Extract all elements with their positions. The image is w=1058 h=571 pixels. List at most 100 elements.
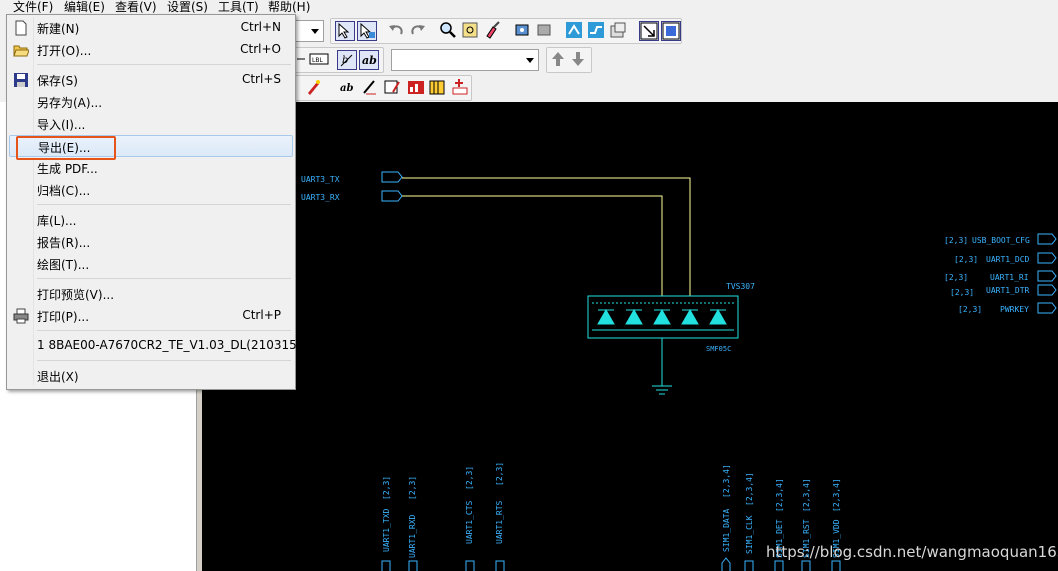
menu-item-open[interactable]: 打开(O)... Ctrl+O bbox=[9, 39, 293, 61]
menu-item-archive[interactable]: 归档(C)... bbox=[9, 179, 293, 201]
add-field-icon bbox=[452, 79, 468, 95]
net-label-uart3-tx: UART3_TX bbox=[301, 175, 340, 184]
schematic-canvas[interactable]: UART3_TX UART3_RX TVS307 SMF05C [2,3] US… bbox=[202, 102, 1058, 571]
part2-button[interactable] bbox=[535, 21, 555, 41]
menu-item-print[interactable]: 打印(P)... Ctrl+P bbox=[9, 305, 293, 327]
svg-text:ab: ab bbox=[340, 83, 353, 94]
menu-item-plot[interactable]: 绘图(T)... bbox=[9, 253, 293, 275]
properties-button[interactable] bbox=[609, 21, 629, 41]
port-pwrkey[interactable] bbox=[1037, 302, 1057, 314]
menu-file[interactable]: 文件(F) bbox=[13, 0, 53, 15]
port-ref-usb-boot-cfg: [2,3] bbox=[944, 236, 968, 245]
port-ref-sim1-vdd: [2,3,4] bbox=[832, 478, 841, 512]
port-uart3-rx[interactable] bbox=[381, 190, 403, 202]
window-button[interactable] bbox=[661, 21, 681, 41]
menu-item-save-label: 保存(S) bbox=[37, 74, 78, 88]
text-draw-button[interactable]: ab bbox=[339, 78, 359, 98]
bus-icon bbox=[588, 22, 604, 38]
toolbar-draw: ab bbox=[294, 75, 472, 101]
bus-button[interactable] bbox=[587, 21, 607, 41]
view-button[interactable] bbox=[639, 21, 659, 41]
table-button[interactable] bbox=[429, 78, 449, 98]
port-ref-sim1-det: [2,3,4] bbox=[775, 478, 784, 512]
select-drag-button[interactable] bbox=[357, 21, 377, 41]
port-uart1-ri[interactable] bbox=[1037, 270, 1057, 282]
svg-text:b: b bbox=[342, 55, 348, 66]
net-label-uart3-rx: UART3_RX bbox=[301, 193, 340, 202]
watermark-text: https://blog.csdn.net/wangmaoquan163 bbox=[766, 543, 1058, 561]
add-field-button[interactable] bbox=[451, 78, 471, 98]
port-ref-uart1-dtr: [2,3] bbox=[950, 288, 974, 297]
text-style-button[interactable]: b bbox=[337, 50, 357, 70]
menu-item-report-label: 报告(R)... bbox=[37, 236, 91, 250]
menu-item-recent-file[interactable]: 1 8BAE00-A7670CR2_TE_V1.03_DL(210315).sc… bbox=[9, 335, 326, 357]
net-button[interactable] bbox=[565, 21, 585, 41]
port-usb-boot-cfg[interactable] bbox=[1037, 233, 1057, 245]
menu-separator bbox=[37, 204, 291, 205]
menu-edit[interactable]: 编辑(E) bbox=[64, 0, 105, 15]
menu-item-new[interactable]: 新建(N) Ctrl+N bbox=[9, 17, 293, 39]
port-ref-uart1-ri: [2,3] bbox=[944, 273, 968, 282]
clean-button[interactable] bbox=[483, 21, 503, 41]
zoom-combo[interactable] bbox=[294, 20, 324, 42]
menu-help[interactable]: 帮助(H) bbox=[268, 0, 310, 15]
menu-settings[interactable]: 设置(S) bbox=[167, 0, 208, 15]
part-gray-icon bbox=[537, 24, 551, 36]
menu-item-report[interactable]: 报告(R)... bbox=[9, 231, 293, 253]
draw-button[interactable] bbox=[305, 78, 325, 98]
arrow-up-icon bbox=[552, 52, 564, 66]
font-combo[interactable] bbox=[391, 49, 539, 71]
zoom-button[interactable] bbox=[439, 21, 459, 41]
menu-item-recent-file-label: 1 8BAE00-A7670CR2_TE_V1.03_DL(210315).sc… bbox=[37, 338, 326, 352]
wire-uart3-rx bbox=[402, 195, 663, 296]
redo-icon bbox=[411, 25, 425, 35]
pen-icon bbox=[308, 80, 320, 95]
port-name-uart1-dtr: UART1_DTR bbox=[986, 286, 1030, 295]
menu-item-import-label: 导入(I)... bbox=[37, 118, 86, 132]
menu-item-open-label: 打开(O)... bbox=[37, 44, 92, 58]
undo-button[interactable] bbox=[387, 21, 407, 41]
menu-view[interactable]: 查看(V) bbox=[115, 0, 157, 15]
menu-item-print-preview[interactable]: 打印预览(V)... bbox=[9, 283, 293, 305]
menu-item-save-as[interactable]: 另存为(A)... bbox=[9, 91, 293, 113]
port-name-uart1-dcd: UART1_DCD bbox=[986, 255, 1030, 264]
move-down-button[interactable] bbox=[569, 50, 589, 70]
label-button[interactable]: LBL bbox=[309, 50, 329, 70]
port-uart3-tx[interactable] bbox=[381, 171, 403, 183]
menu-item-generate-pdf[interactable]: 生成 PDF... bbox=[9, 157, 293, 179]
edit-text-button[interactable] bbox=[361, 78, 381, 98]
find-icon bbox=[462, 22, 478, 38]
text-button[interactable]: ab bbox=[359, 50, 379, 70]
menu-tools[interactable]: 工具(T) bbox=[218, 0, 259, 15]
port-uart1-dtr[interactable] bbox=[1037, 284, 1057, 296]
menu-item-library[interactable]: 库(L)... bbox=[9, 209, 293, 231]
schematic-drawing: UART3_TX UART3_RX TVS307 SMF05C [2,3] US… bbox=[301, 171, 1057, 571]
port-ref-uart1-txd: [2,3] bbox=[382, 476, 391, 500]
find-button[interactable] bbox=[461, 21, 481, 41]
chart-button[interactable] bbox=[407, 78, 427, 98]
port-name-uart1-cts: UART1_CTS bbox=[465, 500, 474, 544]
toolbar-order bbox=[546, 47, 592, 73]
redo-button[interactable] bbox=[409, 21, 429, 41]
part-button[interactable] bbox=[513, 21, 533, 41]
port-uart1-dcd[interactable] bbox=[1037, 252, 1057, 264]
menu-item-save[interactable]: 保存(S) Ctrl+S bbox=[9, 69, 293, 91]
menu-item-exit[interactable]: 退出(X) bbox=[9, 365, 293, 387]
port-ref-uart1-rts: [2,3] bbox=[495, 462, 504, 486]
tvs-ref-label: TVS307 bbox=[726, 282, 755, 291]
arrow-filter-icon bbox=[338, 22, 350, 39]
window-arrow-icon bbox=[640, 22, 658, 40]
select-filter-button[interactable] bbox=[335, 21, 355, 41]
port-name-pwrkey: PWRKEY bbox=[1000, 305, 1029, 314]
menu-item-import[interactable]: 导入(I)... bbox=[9, 113, 293, 135]
table-icon bbox=[429, 80, 445, 95]
menu-item-print-shortcut: Ctrl+P bbox=[242, 308, 281, 322]
undo-icon bbox=[389, 25, 403, 35]
port-name-sim1-clk: SIM1_CLK bbox=[745, 515, 754, 554]
tvs-component[interactable]: TVS307 SMF05C bbox=[587, 282, 755, 353]
new-file-icon bbox=[15, 20, 27, 36]
image-edit-icon bbox=[384, 80, 400, 94]
image-button[interactable] bbox=[383, 78, 403, 98]
move-up-button[interactable] bbox=[549, 50, 569, 70]
menu-item-archive-label: 归档(C)... bbox=[37, 184, 91, 198]
